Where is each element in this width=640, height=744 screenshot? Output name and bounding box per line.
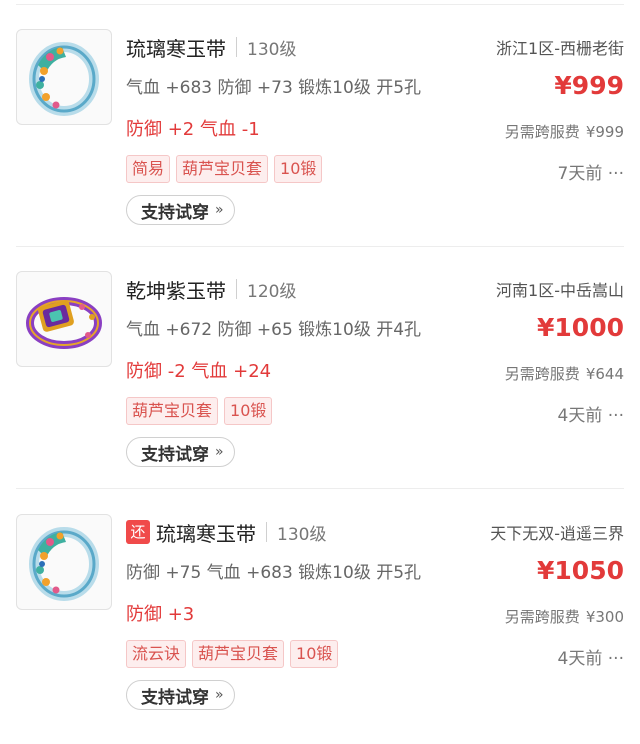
return-badge: 还 [126, 520, 150, 544]
divider [16, 4, 624, 5]
try-on-button[interactable]: 支持试穿 » [126, 680, 235, 710]
item-thumbnail[interactable] [16, 29, 112, 125]
blue-jade-ring-icon [29, 42, 99, 116]
tag: 流云诀 [126, 640, 187, 668]
cross-server-fee: 另需跨服费 ¥999 [505, 121, 624, 142]
fee-amount: ¥644 [585, 365, 624, 383]
tag-list: 简易 葫芦宝贝套 10锻 [126, 155, 328, 183]
title-divider [236, 279, 237, 299]
title-divider [236, 37, 237, 57]
listing-time: 7天前 ··· [558, 159, 624, 184]
more-icon[interactable]: ··· [608, 164, 624, 184]
listing-list: 琉璃寒玉带 130级 浙江1区-西栅老街 气血 +683 防御 +73 锻炼10… [0, 0, 640, 713]
tag: 简易 [126, 155, 171, 183]
item-stats: 防御 +75 气血 +683 锻炼10级 开5孔 [126, 563, 422, 583]
time-text: 7天前 [557, 164, 603, 184]
divider [16, 246, 624, 247]
listing-item[interactable]: 琉璃寒玉带 130级 浙江1区-西栅老街 气血 +683 防御 +73 锻炼10… [0, 29, 640, 259]
divider [16, 488, 624, 489]
title-row: 乾坤紫玉带 120级 [126, 273, 296, 305]
try-on-label: 支持试穿 [141, 444, 209, 465]
tag-list: 葫芦宝贝套 10锻 [126, 397, 278, 425]
item-thumbnail[interactable] [16, 514, 112, 610]
item-level: 130级 [277, 524, 327, 545]
item-name[interactable]: 乾坤紫玉带 [126, 275, 226, 304]
listing-item[interactable]: 还 琉璃寒玉带 130级 天下无双-逍遥三界 防御 +75 气血 +683 锻炼… [0, 514, 640, 744]
item-price: ¥1000 [537, 313, 624, 342]
tag: 10锻 [274, 155, 323, 183]
fee-label: 另需跨服费 [504, 123, 580, 141]
item-name[interactable]: 琉璃寒玉带 [156, 518, 256, 547]
fee-amount: ¥300 [585, 608, 624, 626]
fee-label: 另需跨服费 [504, 608, 580, 626]
try-on-label: 支持试穿 [141, 687, 209, 708]
item-stats: 气血 +683 防御 +73 锻炼10级 开5孔 [126, 78, 422, 98]
item-effect: 防御 -2 气血 +24 [126, 361, 272, 382]
time-text: 4天前 [557, 406, 603, 426]
tag: 葫芦宝贝套 [126, 397, 219, 425]
fee-label: 另需跨服费 [504, 365, 580, 383]
server-name: 天下无双-逍遥三界 [490, 524, 624, 543]
fee-amount: ¥999 [585, 123, 624, 141]
tag: 10锻 [224, 397, 273, 425]
more-icon[interactable]: ··· [608, 406, 624, 426]
purple-jade-ring-icon [26, 297, 102, 349]
server-name: 河南1区-中岳嵩山 [496, 281, 624, 300]
more-icon[interactable]: ··· [608, 649, 624, 669]
listing-time: 4天前 ··· [558, 401, 624, 426]
listing-item[interactable]: 乾坤紫玉带 120级 河南1区-中岳嵩山 气血 +672 防御 +65 锻炼10… [0, 271, 640, 501]
try-on-button[interactable]: 支持试穿 » [126, 437, 235, 467]
title-row: 琉璃寒玉带 130级 [126, 31, 296, 63]
tag: 葫芦宝贝套 [176, 155, 269, 183]
try-on-label: 支持试穿 [141, 202, 209, 223]
item-level: 130级 [247, 39, 297, 60]
item-stats: 气血 +672 防御 +65 锻炼10级 开4孔 [126, 320, 422, 340]
cross-server-fee: 另需跨服费 ¥644 [505, 363, 624, 384]
tag-list: 流云诀 葫芦宝贝套 10锻 [126, 640, 344, 668]
item-price: ¥999 [554, 71, 624, 100]
tag: 葫芦宝贝套 [192, 640, 285, 668]
listing-time: 4天前 ··· [558, 644, 624, 669]
item-effect: 防御 +3 [126, 604, 195, 625]
item-thumbnail[interactable] [16, 271, 112, 367]
blue-jade-ring-icon [29, 527, 99, 601]
chevron-right-icon: » [215, 444, 223, 460]
item-effect: 防御 +2 气血 -1 [126, 119, 260, 140]
item-name[interactable]: 琉璃寒玉带 [126, 33, 226, 62]
try-on-button[interactable]: 支持试穿 » [126, 195, 235, 225]
title-divider [266, 522, 267, 542]
server-name: 浙江1区-西栅老街 [496, 39, 624, 58]
chevron-right-icon: » [215, 687, 223, 703]
time-text: 4天前 [557, 649, 603, 669]
chevron-right-icon: » [215, 202, 223, 218]
item-level: 120级 [247, 281, 297, 302]
cross-server-fee: 另需跨服费 ¥300 [505, 606, 624, 627]
tag: 10锻 [290, 640, 339, 668]
item-price: ¥1050 [537, 556, 624, 585]
title-row: 还 琉璃寒玉带 130级 [126, 516, 326, 548]
